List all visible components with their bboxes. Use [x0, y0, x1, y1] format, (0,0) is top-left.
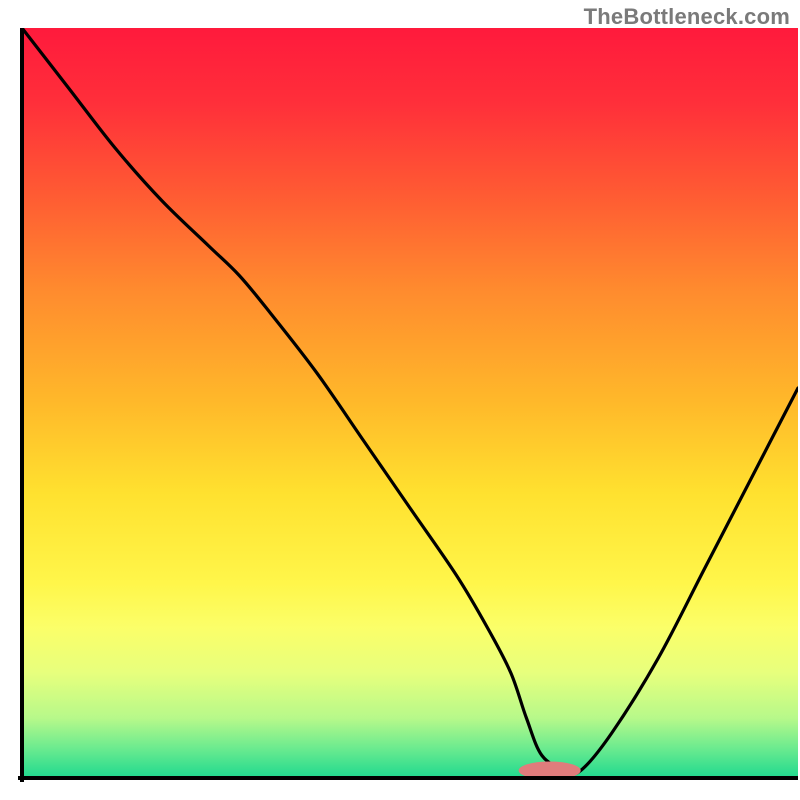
watermark-label: TheBottleneck.com — [584, 4, 790, 30]
bottleneck-chart — [0, 0, 800, 800]
chart-stage: TheBottleneck.com — [0, 0, 800, 800]
chart-background — [22, 28, 798, 778]
